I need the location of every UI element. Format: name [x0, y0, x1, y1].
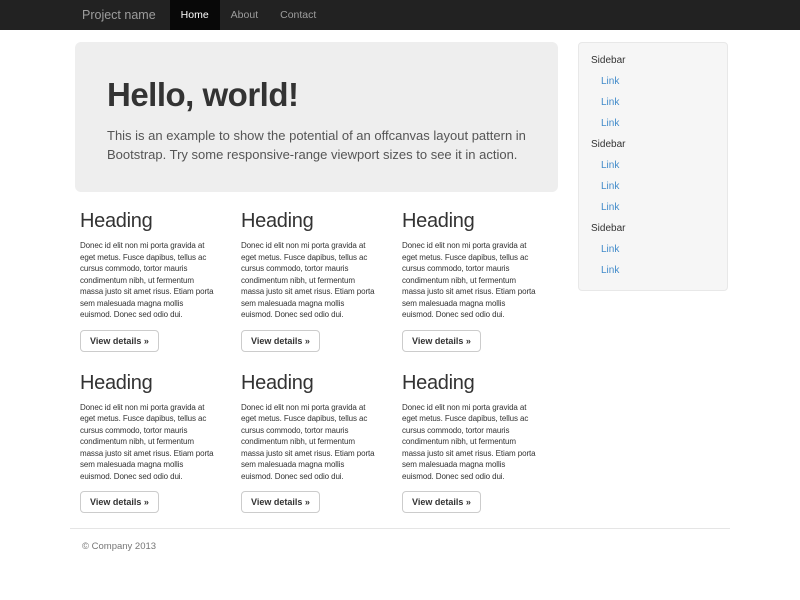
- page-footer: © Company 2013: [65, 528, 735, 552]
- view-details-button[interactable]: View details »: [80, 330, 159, 352]
- sidebar-group-header: Sidebar: [579, 218, 727, 239]
- navbar-container: Project name Home About Contact: [65, 0, 735, 30]
- sidebar-column: Sidebar Link Link Link Sidebar Link Link…: [568, 30, 735, 291]
- card-heading: Heading: [241, 210, 377, 233]
- content-card: Heading Donec id elit non mi porta gravi…: [236, 354, 397, 516]
- page-container: Hello, world! This is an example to show…: [65, 30, 735, 552]
- sidebar-link[interactable]: Link: [579, 239, 727, 260]
- main-row: Hello, world! This is an example to show…: [65, 30, 735, 515]
- navbar-brand[interactable]: Project name: [65, 0, 170, 30]
- sidebar-link[interactable]: Link: [579, 113, 727, 134]
- content-card: Heading Donec id elit non mi porta gravi…: [75, 354, 236, 516]
- sidebar-link[interactable]: Link: [579, 92, 727, 113]
- footer-divider: [70, 528, 730, 529]
- jumbotron: Hello, world! This is an example to show…: [75, 42, 558, 192]
- main-content: Hello, world! This is an example to show…: [65, 30, 568, 515]
- view-details-button[interactable]: View details »: [241, 491, 320, 513]
- nav-item-about[interactable]: About: [220, 0, 269, 30]
- content-card: Heading Donec id elit non mi porta gravi…: [75, 192, 236, 354]
- navbar: Project name Home About Contact: [0, 0, 800, 30]
- view-details-button[interactable]: View details »: [241, 330, 320, 352]
- card-body: Donec id elit non mi porta gravida at eg…: [80, 240, 216, 321]
- sidebar-link[interactable]: Link: [579, 197, 727, 218]
- view-details-button[interactable]: View details »: [402, 330, 481, 352]
- page-title: Hello, world!: [107, 76, 540, 114]
- card-body: Donec id elit non mi porta gravida at eg…: [241, 402, 377, 483]
- nav-item-contact[interactable]: Contact: [269, 0, 327, 30]
- card-heading: Heading: [80, 210, 216, 233]
- card-body: Donec id elit non mi porta gravida at eg…: [402, 402, 538, 483]
- sidebar-group-header: Sidebar: [579, 50, 727, 71]
- view-details-button[interactable]: View details »: [80, 491, 159, 513]
- card-body: Donec id elit non mi porta gravida at eg…: [241, 240, 377, 321]
- content-card: Heading Donec id elit non mi porta gravi…: [397, 354, 558, 516]
- card-heading: Heading: [402, 210, 538, 233]
- sidebar-panel: Sidebar Link Link Link Sidebar Link Link…: [578, 42, 728, 291]
- jumbotron-description: This is an example to show the potential…: [107, 126, 540, 164]
- sidebar-link[interactable]: Link: [579, 176, 727, 197]
- nav-item-home[interactable]: Home: [170, 0, 220, 30]
- sidebar-link[interactable]: Link: [579, 260, 727, 281]
- card-heading: Heading: [402, 372, 538, 395]
- content-card: Heading Donec id elit non mi porta gravi…: [397, 192, 558, 354]
- copyright-text: © Company 2013: [82, 541, 730, 552]
- card-body: Donec id elit non mi porta gravida at eg…: [80, 402, 216, 483]
- sidebar-link[interactable]: Link: [579, 71, 727, 92]
- card-body: Donec id elit non mi porta gravida at eg…: [402, 240, 538, 321]
- view-details-button[interactable]: View details »: [402, 491, 481, 513]
- card-heading: Heading: [80, 372, 216, 395]
- cards-row-1: Heading Donec id elit non mi porta gravi…: [75, 192, 558, 354]
- cards-row-2: Heading Donec id elit non mi porta gravi…: [75, 354, 558, 516]
- sidebar-group-header: Sidebar: [579, 134, 727, 155]
- card-heading: Heading: [241, 372, 377, 395]
- sidebar-link[interactable]: Link: [579, 155, 727, 176]
- content-card: Heading Donec id elit non mi porta gravi…: [236, 192, 397, 354]
- navbar-menu: Home About Contact: [170, 0, 328, 30]
